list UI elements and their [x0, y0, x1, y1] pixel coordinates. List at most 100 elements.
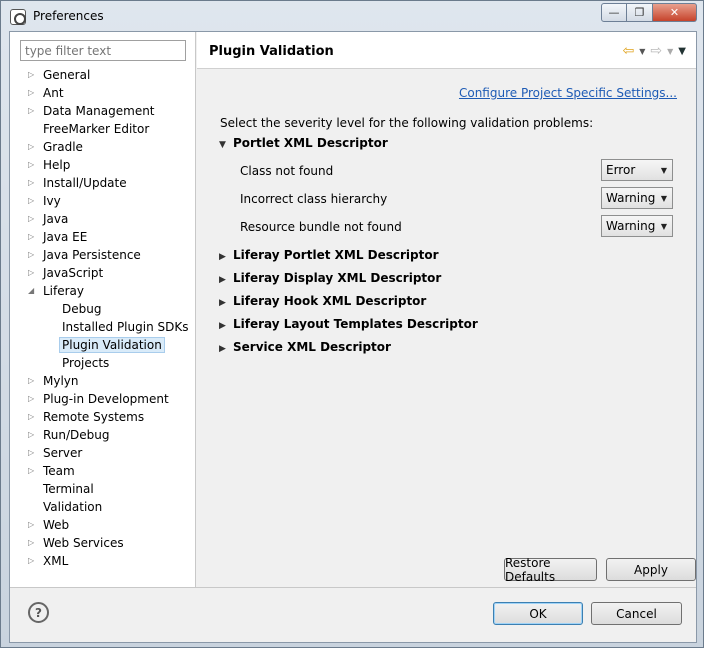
cancel-button[interactable]: Cancel — [591, 602, 682, 625]
expand-arrow-icon[interactable]: ▷ — [28, 228, 38, 246]
tree-item-label: Java Persistence — [43, 248, 141, 262]
chevron-down-icon: ▼ — [660, 222, 667, 231]
expand-arrow-icon[interactable]: ▷ — [28, 246, 38, 264]
restore-defaults-button[interactable]: Restore Defaults — [504, 556, 597, 584]
tree-item-label: Projects — [62, 356, 110, 370]
tree-item-run-debug[interactable]: ▷ Run/Debug — [28, 426, 110, 444]
tree-item-data-management[interactable]: ▷ Data Management — [28, 102, 155, 120]
expand-arrow-icon[interactable]: ▷ — [28, 462, 38, 480]
expand-arrow-icon[interactable]: ▷ — [28, 552, 38, 570]
minimize-button[interactable]: — — [601, 3, 627, 22]
window-title: Preferences — [33, 9, 104, 23]
tree-item-xml[interactable]: ▷ XML — [28, 552, 68, 570]
collapsed-arrow-icon: ▶ — [219, 298, 226, 308]
window-frame: Preferences — ❐ ✕ ▷ General ▷ Ant ▷ Data Mana… — [0, 0, 704, 648]
expand-arrow-icon[interactable]: ▷ — [28, 390, 38, 408]
configure-project-settings-link[interactable]: Configure Project Specific Settings... — [459, 86, 677, 100]
section-title: Liferay Portlet XML Descriptor — [233, 248, 439, 262]
filter-input[interactable] — [20, 40, 186, 61]
tree-item-ivy[interactable]: ▷ Ivy — [28, 192, 61, 210]
selected-value: Warning — [606, 191, 656, 205]
tree-item-remote-systems[interactable]: ▷ Remote Systems — [28, 408, 144, 426]
tree-item-installed-plugin-sdks[interactable]: Installed Plugin SDKs — [62, 318, 188, 336]
expand-arrow-icon[interactable]: ▷ — [28, 372, 38, 390]
tree-item-label: Ant — [43, 86, 64, 100]
tree-item-label: Server — [43, 446, 83, 460]
incorrect-class-hierarchy-severity-select[interactable]: Warning ▼ — [601, 187, 673, 209]
selected-value: Error — [606, 163, 636, 177]
ok-button[interactable]: OK — [493, 602, 583, 625]
expand-arrow-icon[interactable]: ▷ — [28, 426, 38, 444]
tree-item-javascript[interactable]: ▷ JavaScript — [28, 264, 103, 282]
section-liferay-layout-templates-descriptor[interactable]: ▶ Liferay Layout Templates Descriptor — [219, 317, 478, 331]
tree-item-label: Validation — [43, 500, 103, 514]
expand-arrow-icon[interactable]: ▷ — [28, 84, 38, 102]
expand-arrow-icon[interactable]: ▷ — [28, 156, 38, 174]
resource-bundle-not-found-severity-select[interactable]: Warning ▼ — [601, 215, 673, 237]
forward-arrow-icon[interactable]: ⇨ — [650, 43, 662, 59]
expand-arrow-icon[interactable]: ▷ — [28, 192, 38, 210]
apply-button[interactable]: Apply — [606, 558, 696, 581]
back-arrow-icon[interactable]: ⇦ — [623, 43, 635, 59]
class-not-found-label: Class not found — [240, 164, 334, 178]
class-not-found-severity-select[interactable]: Error ▼ — [601, 159, 673, 181]
tree-item-plug-in-development[interactable]: ▷ Plug-in Development — [28, 390, 169, 408]
expand-arrow-icon[interactable]: ▷ — [28, 102, 38, 120]
dialog-body: ▷ General ▷ Ant ▷ Data Management FreeMarker E… — [9, 31, 697, 643]
tree-item-label: Run/Debug — [43, 428, 110, 442]
section-liferay-portlet-xml-descriptor[interactable]: ▶ Liferay Portlet XML Descriptor — [219, 248, 439, 262]
tree-item-mylyn[interactable]: ▷ Mylyn — [28, 372, 79, 390]
collapsed-arrow-icon: ▶ — [219, 252, 226, 262]
tree-item-label: FreeMarker Editor — [43, 122, 150, 136]
tree-item-web[interactable]: ▷ Web — [28, 516, 69, 534]
tree-item-general[interactable]: ▷ General — [28, 66, 90, 84]
tree-item-terminal[interactable]: Terminal — [43, 480, 94, 498]
tree-item-liferay[interactable]: ◢ Liferay — [28, 282, 84, 300]
expand-arrow-icon[interactable]: ▷ — [28, 444, 38, 462]
chevron-down-icon: ▼ — [660, 194, 667, 203]
help-icon[interactable]: ? — [28, 602, 49, 623]
close-button[interactable]: ✕ — [653, 3, 697, 22]
expand-arrow-icon[interactable]: ▷ — [28, 516, 38, 534]
tree-item-projects[interactable]: Projects — [62, 354, 109, 372]
tree-item-java-ee[interactable]: ▷ Java EE — [28, 228, 87, 246]
expand-arrow-icon[interactable]: ▷ — [28, 408, 38, 426]
section-title: Portlet XML Descriptor — [233, 136, 388, 150]
tree-item-gradle[interactable]: ▷ Gradle — [28, 138, 83, 156]
expand-arrow-icon[interactable]: ▷ — [28, 138, 38, 156]
tree-item-team[interactable]: ▷ Team — [28, 462, 75, 480]
tree-item-plugin-validation[interactable]: Plugin Validation — [59, 336, 165, 354]
section-portlet-xml-descriptor[interactable]: ▼ Portlet XML Descriptor — [219, 136, 388, 150]
tree-item-install-update[interactable]: ▷ Install/Update — [28, 174, 127, 192]
forward-history-dropdown-icon[interactable]: ▼ — [667, 47, 673, 56]
tree-item-web-services[interactable]: ▷ Web Services — [28, 534, 124, 552]
resource-bundle-not-found-label: Resource bundle not found — [240, 220, 402, 234]
tree-item-validation[interactable]: Validation — [43, 498, 102, 516]
page-navigation: ⇦ ▼ ⇨ ▼ ▼ — [623, 43, 686, 59]
title-bar[interactable]: Preferences — ❐ ✕ — [1, 1, 703, 31]
view-menu-icon[interactable]: ▼ — [678, 46, 686, 57]
expand-arrow-icon[interactable]: ▷ — [28, 210, 38, 228]
tree-item-freemarker-editor[interactable]: FreeMarker Editor — [43, 120, 149, 138]
tree-item-java[interactable]: ▷ Java — [28, 210, 68, 228]
maximize-button[interactable]: ❐ — [627, 3, 653, 22]
expand-arrow-icon[interactable]: ▷ — [28, 174, 38, 192]
expand-arrow-icon[interactable]: ▷ — [28, 534, 38, 552]
expand-arrow-icon[interactable]: ▷ — [28, 264, 38, 282]
tree-item-help[interactable]: ▷ Help — [28, 156, 71, 174]
expanded-arrow-icon: ▼ — [219, 140, 226, 150]
tree-item-ant[interactable]: ▷ Ant — [28, 84, 64, 102]
section-title: Liferay Layout Templates Descriptor — [233, 317, 478, 331]
back-history-dropdown-icon[interactable]: ▼ — [639, 47, 645, 56]
section-liferay-display-xml-descriptor[interactable]: ▶ Liferay Display XML Descriptor — [219, 271, 441, 285]
expand-arrow-icon[interactable]: ▷ — [28, 66, 38, 84]
section-service-xml-descriptor[interactable]: ▶ Service XML Descriptor — [219, 340, 391, 354]
tree-item-label: Web Services — [43, 536, 124, 550]
tree-item-server[interactable]: ▷ Server — [28, 444, 83, 462]
tree-item-label: Help — [43, 158, 71, 172]
tree-item-java-persistence[interactable]: ▷ Java Persistence — [28, 246, 141, 264]
tree-item-debug[interactable]: Debug — [62, 300, 101, 318]
section-liferay-hook-xml-descriptor[interactable]: ▶ Liferay Hook XML Descriptor — [219, 294, 426, 308]
collapse-arrow-icon[interactable]: ◢ — [28, 282, 38, 300]
tree-item-label: Install/Update — [43, 176, 127, 190]
